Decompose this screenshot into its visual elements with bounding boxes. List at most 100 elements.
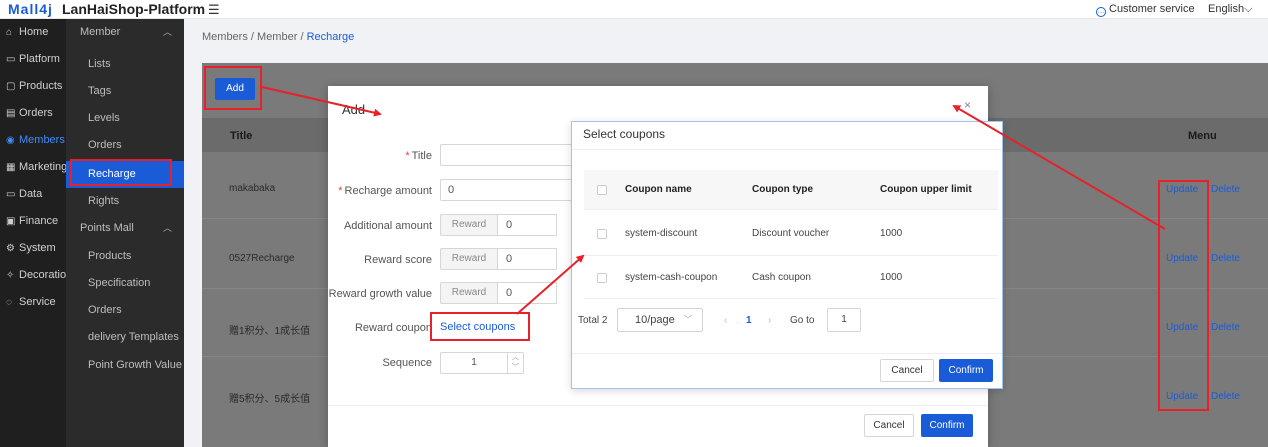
sub-label: Specification	[88, 277, 151, 289]
page-size-select[interactable]: 10/page ﹀	[617, 308, 703, 332]
sub-delivery-templates[interactable]: delivery Templates	[66, 324, 184, 351]
group-member[interactable]: Member ︿	[66, 19, 184, 46]
coupon-name: system-cash-coupon	[625, 272, 718, 283]
coupon-name: system-discount	[625, 228, 698, 239]
title-input[interactable]	[440, 144, 590, 166]
breadcrumb-separator: /	[250, 31, 254, 43]
customer-service-link[interactable]: … Customer service	[1096, 3, 1195, 17]
top-bar: Mall4j LanHaiShop-Platform ☰ … Customer s…	[0, 0, 1268, 19]
add-button[interactable]: Add	[215, 78, 255, 100]
breadcrumb-members[interactable]: Members	[202, 31, 248, 43]
current-page[interactable]: 1	[746, 315, 752, 326]
row-checkbox[interactable]	[597, 229, 607, 239]
sub-rights[interactable]: Rights	[66, 188, 184, 215]
chevron-down-icon: ⌵	[1244, 3, 1253, 15]
sub-label: Products	[88, 250, 132, 262]
nav-home[interactable]: ⌂ Home	[0, 19, 66, 46]
nav-data[interactable]: ▭ Data	[0, 181, 66, 208]
sub-point-growth-value[interactable]: Point Growth Value	[66, 352, 184, 379]
additional-amount-input[interactable]: 0	[497, 214, 557, 236]
nav-system[interactable]: ⚙ System	[0, 235, 66, 262]
language-select[interactable]: English⌵	[1208, 3, 1252, 16]
stepper-arrows-icon[interactable]: ︿ ﹀	[507, 353, 523, 373]
cancel-button[interactable]: Cancel	[864, 414, 914, 437]
sub-orders[interactable]: Orders	[66, 132, 184, 159]
hamburger-icon[interactable]: ☰	[208, 2, 220, 18]
nav-products[interactable]: ▢ Products	[0, 73, 66, 100]
sub-label: Orders	[88, 139, 122, 151]
sub-specification[interactable]: Specification	[66, 270, 184, 297]
dialog-footer-divider	[328, 405, 988, 406]
select-coupons-title: Select coupons	[583, 127, 666, 141]
reward-growth-input[interactable]: 0	[497, 282, 557, 304]
breadcrumb: Members / Member / Recharge	[202, 31, 354, 43]
nav-decoration[interactable]: ✧ Decoration	[0, 262, 72, 289]
sequence-stepper[interactable]: 1 ︿ ﹀	[440, 352, 524, 374]
sub-lists[interactable]: Lists	[66, 51, 184, 78]
sub-points-orders[interactable]: Orders	[66, 297, 184, 324]
update-link[interactable]: Update	[1166, 322, 1198, 333]
coupons-confirm-button[interactable]: Confirm	[939, 359, 993, 382]
select-all-checkbox[interactable]	[597, 185, 607, 195]
row-checkbox[interactable]	[597, 273, 607, 283]
recharge-amount-label: * Recharge amount	[338, 185, 432, 197]
select-coupons-dialog: Select coupons Coupon name Coupon type C…	[571, 121, 1003, 389]
sub-label: Levels	[88, 112, 120, 124]
group-label: Member	[80, 26, 121, 38]
customer-service-label: Customer service	[1109, 3, 1195, 15]
nav-label: Platform	[19, 53, 60, 65]
recharge-amount-input[interactable]: 0	[440, 179, 590, 201]
nav-members[interactable]: ◉ Members	[0, 127, 66, 154]
update-link[interactable]: Update	[1166, 391, 1198, 402]
update-link[interactable]: Update	[1166, 253, 1198, 264]
coupons-cancel-button[interactable]: Cancel	[880, 359, 934, 382]
nav-label: Decoration	[19, 269, 73, 281]
sub-tags[interactable]: Tags	[66, 78, 184, 105]
nav-label: Orders	[19, 107, 53, 119]
nav-label: Marketing	[19, 161, 68, 173]
dialog-footer-divider	[572, 353, 1002, 354]
marketing-icon: ▦	[6, 162, 16, 173]
prev-page-icon[interactable]: ‹	[724, 315, 727, 326]
nav-orders[interactable]: ▤ Orders	[0, 100, 66, 127]
data-icon: ▭	[6, 189, 16, 200]
nav-label: Data	[19, 188, 43, 200]
service-icon: ◌	[6, 297, 12, 308]
sub-label: Rights	[88, 195, 120, 207]
sequence-value: 1	[471, 357, 477, 368]
delete-link[interactable]: Delete	[1211, 322, 1240, 333]
reward-addon: Reward	[440, 214, 498, 236]
chevron-down-icon: ﹀	[684, 315, 692, 324]
close-icon[interactable]: ×	[964, 98, 971, 112]
row-divider	[584, 298, 998, 299]
group-points-mall[interactable]: Points Mall ︿	[66, 215, 184, 242]
coupon-limit: 1000	[880, 228, 903, 239]
breadcrumb-member[interactable]: Member	[257, 31, 297, 43]
sub-points-products[interactable]: Products	[66, 243, 184, 270]
nav-finance[interactable]: ▣ Finance	[0, 208, 66, 235]
reward-score-input[interactable]: 0	[497, 248, 557, 270]
table-row-title: 赠1积分、1成长值	[229, 326, 311, 337]
delete-link[interactable]: Delete	[1211, 391, 1240, 402]
goto-input[interactable]: 1	[827, 308, 861, 332]
delete-link[interactable]: Delete	[1211, 253, 1240, 264]
sub-recharge[interactable]: Recharge	[66, 161, 184, 188]
coupon-table-header: Coupon name Coupon type Coupon upper lim…	[584, 170, 998, 210]
confirm-button[interactable]: Confirm	[921, 414, 973, 437]
reward-addon: Reward	[440, 248, 498, 270]
coupon-type: Cash coupon	[752, 272, 811, 283]
nav-service[interactable]: ◌ Service	[0, 289, 66, 316]
table-row-title: 0527Recharge	[229, 253, 295, 264]
secondary-sidebar: Member ︿ Lists Tags Levels Orders Recharg…	[66, 19, 184, 447]
products-icon: ▢	[6, 81, 16, 92]
delete-link[interactable]: Delete	[1211, 184, 1240, 195]
sub-levels[interactable]: Levels	[66, 105, 184, 132]
next-page-icon[interactable]: ›	[768, 315, 771, 326]
chevron-up-icon: ︿	[162, 223, 172, 233]
select-coupons-link[interactable]: Select coupons	[440, 321, 515, 333]
column-coupon-name: Coupon name	[625, 184, 692, 195]
column-coupon-type: Coupon type	[752, 184, 814, 195]
nav-platform[interactable]: ▭ Platform	[0, 46, 66, 73]
update-link[interactable]: Update	[1166, 184, 1198, 195]
nav-marketing[interactable]: ▦ Marketing	[0, 154, 68, 181]
